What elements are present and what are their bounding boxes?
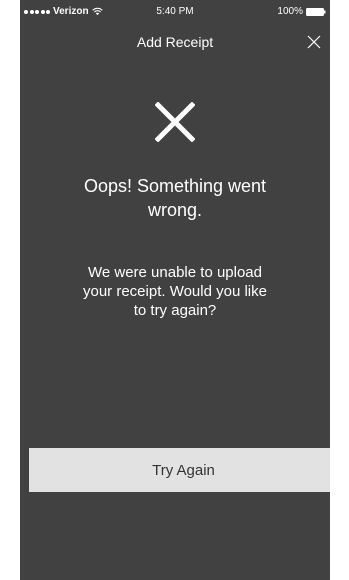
try-again-button[interactable]: Try Again (29, 448, 330, 492)
error-title: Oops! Something went wrong. (83, 176, 267, 220)
app-screen: Verizon 5:40 PM 100% Add Receipt Oops! S… (20, 0, 330, 580)
page-title: Add Receipt (136, 34, 214, 50)
status-bar: Verizon 5:40 PM 100% (20, 0, 330, 20)
battery-percent: 100% (277, 6, 303, 17)
status-right: 100% (277, 6, 326, 17)
error-message: We were unable to upload your receipt. W… (83, 264, 267, 319)
battery-icon (306, 7, 326, 16)
error-x-icon (155, 102, 195, 142)
close-button[interactable] (304, 32, 324, 52)
close-icon (307, 35, 321, 49)
